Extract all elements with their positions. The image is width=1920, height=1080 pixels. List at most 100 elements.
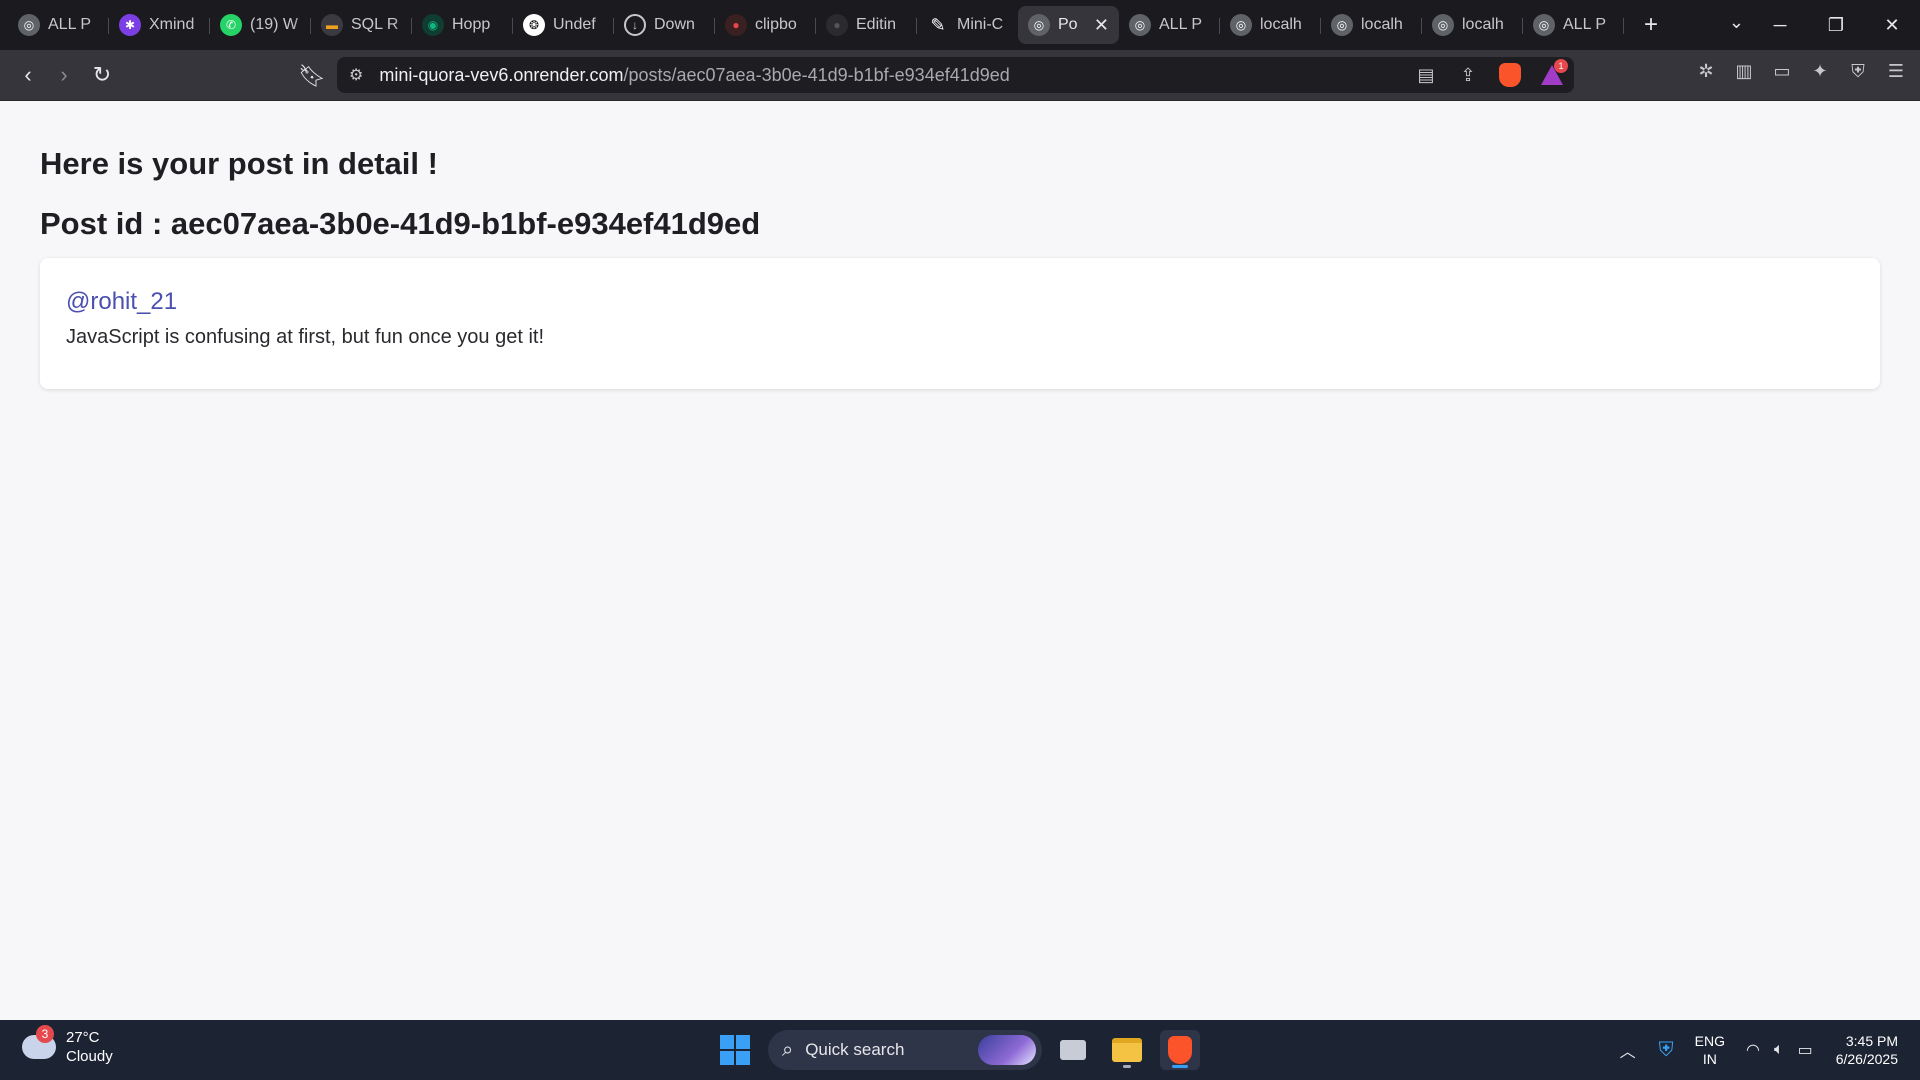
site-settings-icon[interactable]: ⚙ — [349, 65, 363, 85]
windows-logo-icon — [736, 1051, 750, 1065]
post-card: @rohit_21 JavaScript is confusing at fir… — [40, 258, 1880, 389]
new-tab-button[interactable]: + — [1636, 11, 1666, 39]
clock-date: 6/26/2025 — [1835, 1051, 1898, 1067]
search-placeholder: Quick search — [805, 1040, 905, 1059]
search-icon: ⌕ — [782, 1038, 794, 1061]
security-shield-icon[interactable]: ⛨ — [1659, 1039, 1674, 1062]
bookmark-icon[interactable]: 🔖︎ — [294, 58, 330, 94]
browser-toolbar: ‹ › ↻ 🔖︎ ⚙ mini-quora-vev6.onrender.com /… — [0, 50, 1920, 101]
wallet-icon[interactable]: ▭ — [1768, 57, 1796, 85]
tab-item[interactable]: ▬ SQL R — [311, 6, 412, 44]
clock[interactable]: 3:45 PM 6/26/2025 — [1836, 1032, 1898, 1068]
tab-item[interactable]: ◎ ALL P — [1119, 6, 1220, 44]
tab-item-active[interactable]: ◎ Po ✕ — [1018, 6, 1119, 44]
tab-item[interactable]: ✆ (19) W — [210, 6, 311, 44]
windows-logo-icon — [736, 1035, 750, 1049]
sql-icon: ▬ — [321, 14, 343, 36]
tab-label: Editin — [856, 16, 897, 33]
tab-item[interactable]: ◎ ALL P — [1523, 6, 1624, 44]
tab-label: (19) W — [250, 16, 298, 33]
post-content: JavaScript is confusing at first, but fu… — [66, 326, 545, 348]
github-icon: ● — [826, 14, 848, 36]
start-button[interactable] — [720, 1035, 750, 1065]
tab-item[interactable]: ❂ Undef — [513, 6, 614, 44]
tab-item[interactable]: ◎ localh — [1220, 6, 1321, 44]
download-icon: ↓ — [624, 14, 646, 36]
brave-icon — [1168, 1036, 1192, 1064]
show-hidden-icons-chevron-icon[interactable]: ︿ — [1620, 1038, 1636, 1062]
tab-item[interactable]: ◎ ALL P — [8, 6, 109, 44]
window-controls: ─ ❐ ✕ — [1752, 0, 1920, 50]
tab-label: ALL P — [1159, 16, 1202, 33]
windows-logo-icon — [720, 1051, 734, 1065]
weather-widget[interactable]: 3 27°C Cloudy — [22, 1025, 113, 1066]
xmind-icon: ✱ — [119, 14, 141, 36]
language-region: IN — [1702, 1051, 1717, 1067]
url-path: /posts/aec07aea-3b0e-41d9-b1bf-e934ef41d… — [623, 64, 1010, 85]
tab-label: Hopp — [452, 16, 491, 33]
tab-label: ALL P — [48, 16, 91, 33]
taskbar-search[interactable]: ⌕ Quick search — [768, 1030, 1042, 1070]
tab-label: localh — [1361, 16, 1403, 33]
close-window-icon[interactable]: ✕ — [1864, 0, 1920, 50]
tab-label: Undef — [553, 16, 596, 33]
clock-time: 3:45 PM — [1845, 1033, 1898, 1049]
close-tab-icon[interactable]: ✕ — [1094, 15, 1109, 36]
share-icon[interactable]: ⇪ — [1454, 61, 1482, 89]
tab-label: Po — [1058, 16, 1078, 33]
tab-item[interactable]: ◉ Hopp — [412, 6, 513, 44]
restore-icon[interactable]: ❐ — [1808, 0, 1864, 50]
globe-icon: ◎ — [1129, 14, 1151, 36]
windows-logo-icon — [720, 1035, 734, 1049]
search-highlight-icon — [978, 1035, 1036, 1065]
wifi-icon[interactable]: ◠ — [1746, 1040, 1760, 1060]
reader-mode-icon[interactable]: ▤ — [1412, 61, 1440, 89]
brave-rewards-icon[interactable]: 1 — [1538, 59, 1568, 89]
input-language[interactable]: ENG IN — [1695, 1032, 1725, 1068]
minimize-icon[interactable]: ─ — [1752, 0, 1808, 50]
forward-icon[interactable]: › — [46, 57, 82, 93]
tab-item[interactable]: ● clipbo — [715, 6, 816, 44]
folder-icon — [1112, 1038, 1142, 1062]
tab-item[interactable]: ↓ Down — [614, 6, 715, 44]
leo-ai-icon[interactable]: ✦ — [1806, 57, 1834, 85]
globe-icon: ◎ — [1432, 14, 1454, 36]
task-view-button[interactable] — [1053, 1030, 1093, 1070]
tab-label: Mini-C — [957, 16, 1004, 33]
task-view-icon — [1060, 1040, 1086, 1060]
battery-icon[interactable]: ▭ — [1798, 1040, 1813, 1060]
post-username: @rohit_21 — [66, 288, 178, 315]
sidebar-icon[interactable]: ▥ — [1730, 57, 1758, 85]
back-icon[interactable]: ‹ — [10, 57, 46, 93]
url-host: mini-quora-vev6.onrender.com — [379, 64, 624, 85]
vpn-shield-icon[interactable]: ⛨ — [1844, 57, 1872, 85]
windows-taskbar: 3 27°C Cloudy ⌕ Quick search ︿ ⛨ ENG IN … — [0, 1020, 1920, 1080]
toolbar-right-actions: ✲ ▥ ▭ ✦ ⛨ ☰ — [1692, 57, 1910, 85]
address-bar-actions: ▤ ⇪ 1 — [1412, 57, 1568, 93]
tab-label: localh — [1462, 16, 1504, 33]
openai-icon: ❂ — [523, 14, 545, 36]
menu-icon[interactable]: ☰ — [1882, 57, 1910, 85]
tab-item[interactable]: ✱ Xmind — [109, 6, 210, 44]
record-icon: ● — [725, 14, 747, 36]
tab-label: localh — [1260, 16, 1302, 33]
extensions-icon[interactable]: ✲ — [1692, 57, 1720, 85]
tab-list: ◎ ALL P ✱ Xmind ✆ (19) W ▬ SQL R ◉ Hopp ❂ Unde… — [0, 0, 1666, 50]
tab-item[interactable]: ● Editin — [816, 6, 917, 44]
tab-search-chevron-icon[interactable]: ⌄ — [1729, 12, 1744, 33]
weather-text: 27°C Cloudy — [66, 1028, 113, 1066]
active-indicator — [1172, 1065, 1188, 1068]
address-bar[interactable]: ⚙ mini-quora-vev6.onrender.com/posts/aec… — [337, 57, 1574, 93]
hoppscotch-icon: ◉ — [422, 14, 444, 36]
volume-icon[interactable]: 🔈︎ — [1774, 1041, 1784, 1059]
tab-item[interactable]: ◎ localh — [1321, 6, 1422, 44]
tab-label: clipbo — [755, 16, 797, 33]
tab-item[interactable]: ✎ Mini-C — [917, 6, 1018, 44]
file-explorer-button[interactable] — [1107, 1030, 1147, 1070]
brave-browser-button[interactable] — [1160, 1030, 1200, 1070]
running-indicator — [1123, 1065, 1131, 1068]
brave-shields-icon[interactable] — [1496, 61, 1524, 89]
reload-icon[interactable]: ↻ — [84, 57, 120, 93]
tab-item[interactable]: ◎ localh — [1422, 6, 1523, 44]
tab-label: SQL R — [351, 16, 399, 33]
